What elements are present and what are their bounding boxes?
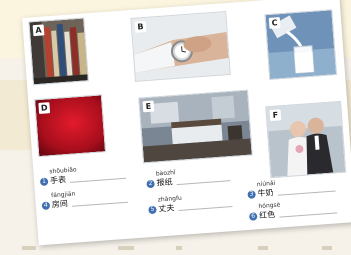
vocab-number: 2 — [146, 179, 155, 188]
photo-panel-c: C — [264, 9, 338, 81]
vocab-item-5: zhàngfu 5 丈夫 — [148, 191, 233, 215]
photo-panel-f: F — [265, 100, 347, 179]
vocab-hanzi: 房间 — [51, 199, 69, 210]
vocab-number: 5 — [148, 205, 157, 214]
answer-line[interactable] — [71, 201, 128, 207]
vocab-item-3: niúnǎi 3 牛奶 — [247, 175, 336, 199]
panel-f-label: F — [269, 109, 282, 122]
photo-panel-d: D — [34, 94, 107, 158]
bedroom-photo — [139, 90, 252, 163]
vocab-hanzi: 报纸 — [156, 177, 173, 188]
panel-a-label: A — [32, 24, 45, 37]
vocab-number: 4 — [41, 200, 51, 210]
bottom-dashes — [0, 246, 351, 252]
vocab-number: 1 — [39, 176, 49, 186]
vocab-hanzi: 手表 — [49, 175, 67, 186]
panel-c-label: C — [268, 17, 281, 29]
vocab-item-6: hóngsè 6 红色 — [248, 197, 338, 221]
answer-line[interactable] — [176, 180, 231, 186]
panel-b-label: B — [134, 20, 147, 33]
vocab-hanzi: 丈夫 — [158, 203, 175, 214]
vocab-item-4: fángjiān 4 房间 — [41, 187, 128, 211]
wristwatch-photo — [131, 12, 230, 81]
panel-e-label: E — [142, 100, 155, 113]
vocab-number: 6 — [248, 211, 258, 221]
vocab-number: 3 — [247, 189, 256, 199]
worksheet-page: A B C D E F shǒubiǎo 1 手表 fángjiān 4 房间 … — [22, 0, 351, 246]
answer-line[interactable] — [178, 206, 233, 212]
photo-panel-a: A — [28, 17, 89, 86]
vocab-hanzi: 红色 — [258, 209, 276, 221]
vocab-hanzi: 牛奶 — [257, 188, 274, 199]
photo-panel-e: E — [138, 89, 253, 164]
vocab-item-1: shǒubiǎo 1 手表 — [39, 163, 127, 187]
answer-line[interactable] — [277, 190, 336, 196]
answer-line[interactable] — [70, 177, 127, 183]
photo-panel-b: B — [130, 10, 231, 82]
panel-d-label: D — [38, 102, 51, 114]
vocab-item-2: bàozhǐ 2 报纸 — [146, 165, 231, 189]
answer-line[interactable] — [279, 212, 338, 218]
